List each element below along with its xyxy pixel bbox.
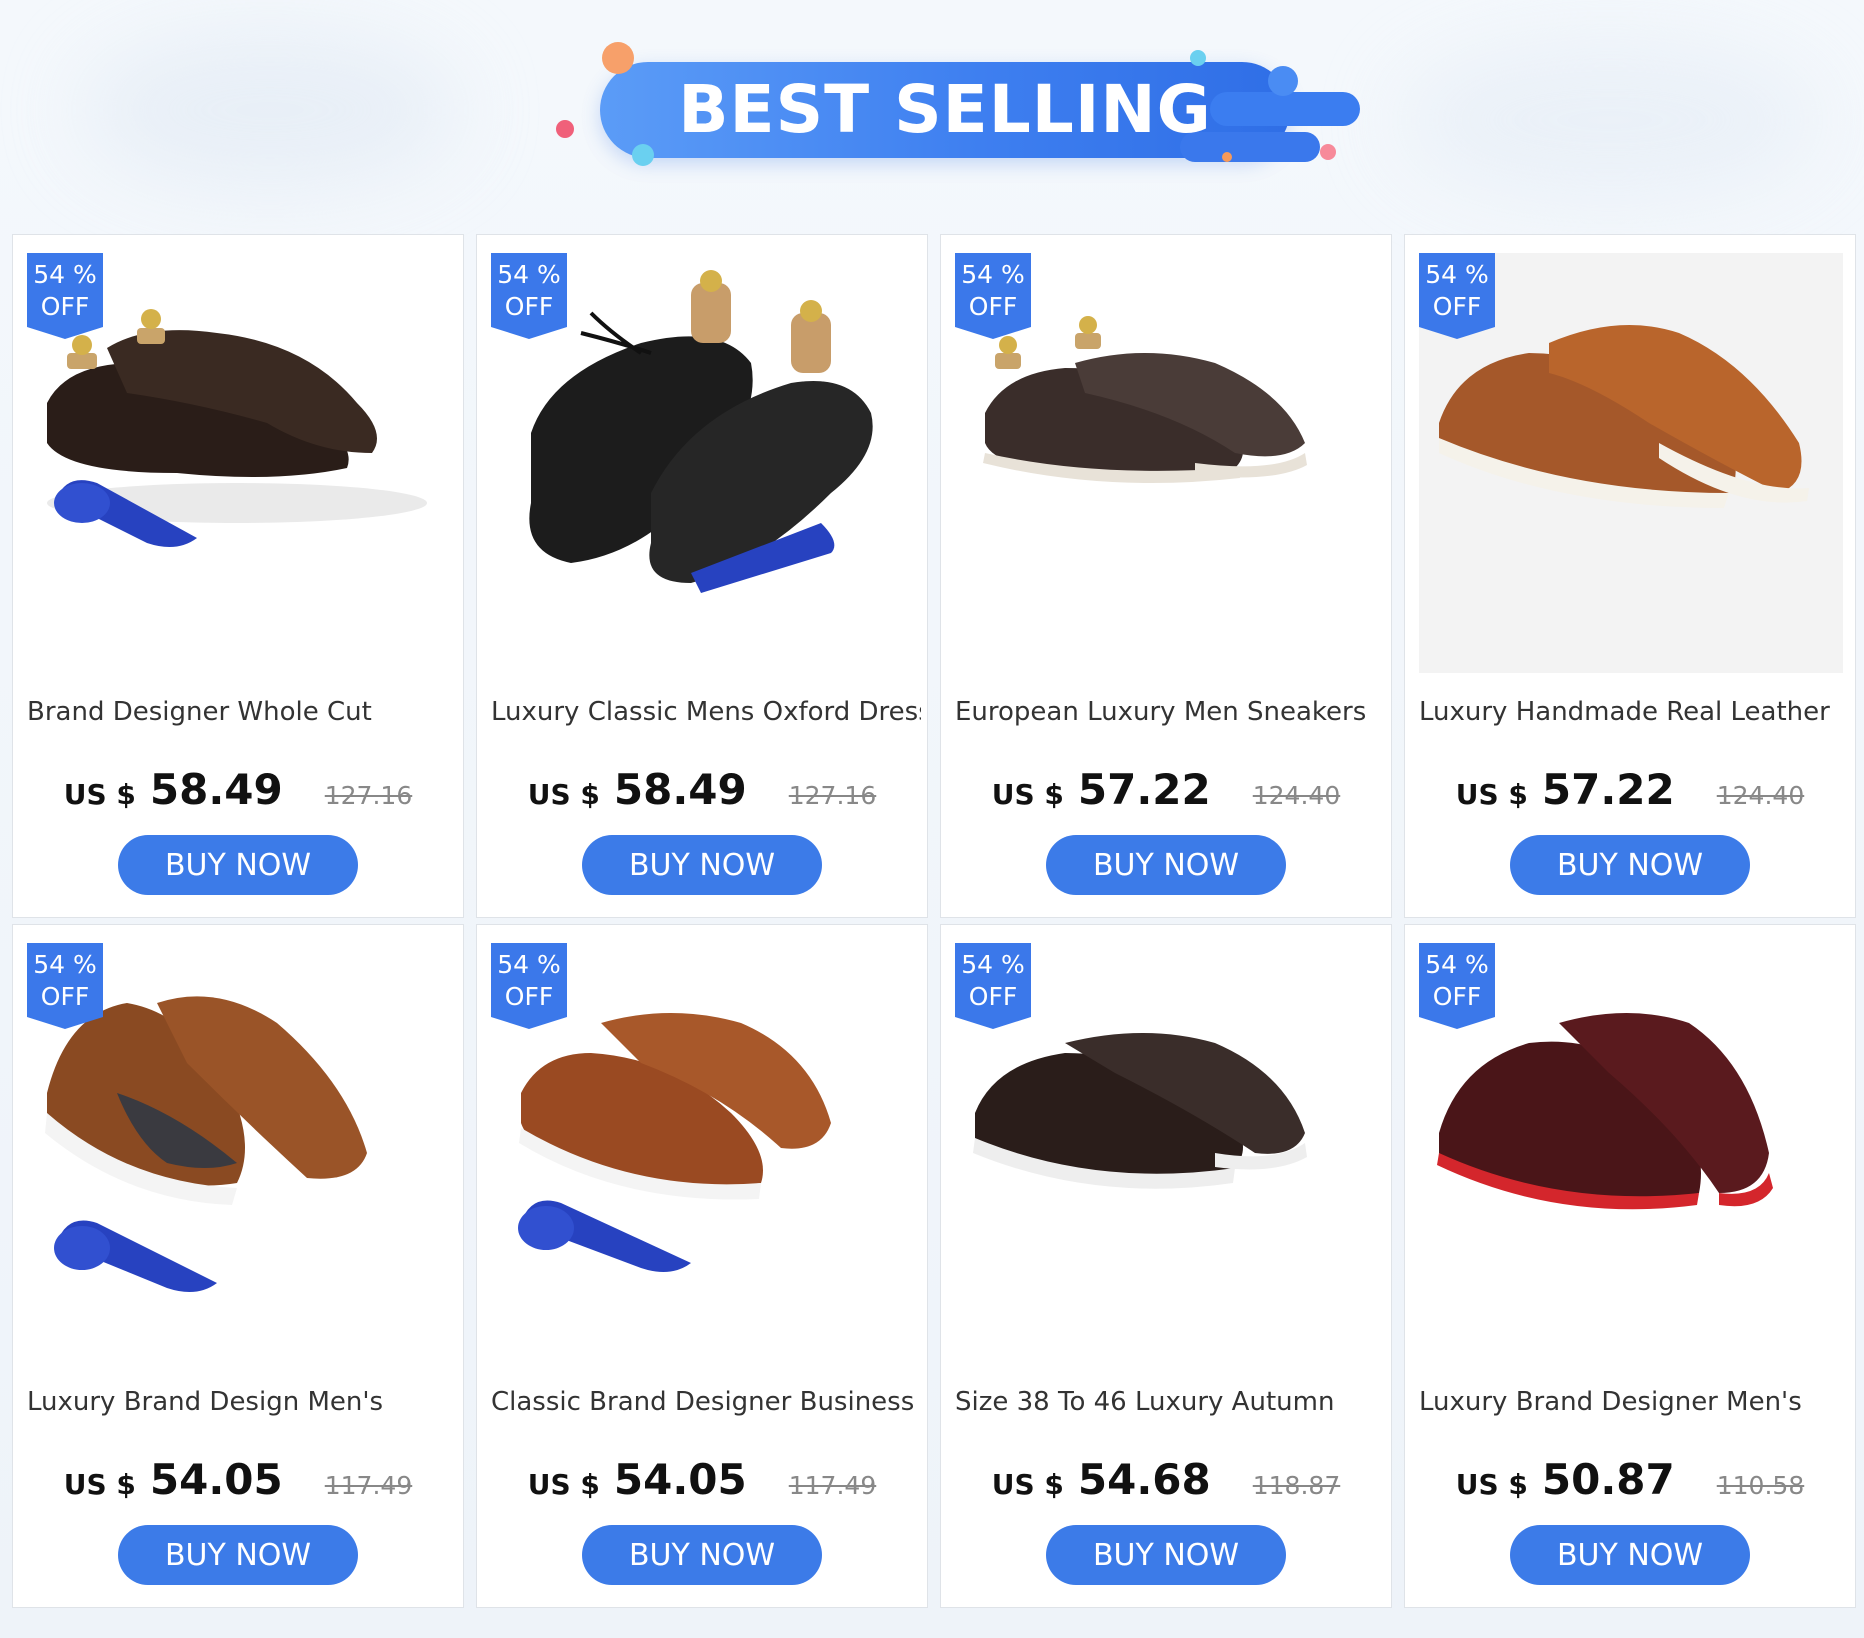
decor-dot — [556, 120, 574, 138]
currency: US $ — [991, 778, 1064, 811]
product-card[interactable]: 54 % OFF European Luxury Men Sneakers US … — [940, 234, 1392, 918]
background-decoration — [1400, 40, 1820, 200]
product-card[interactable]: 54 % OFF Luxury Handmade Real Leather US … — [1404, 234, 1856, 918]
product-card[interactable]: 54 % OFF Brand Designer Whole Cut US $ 58.… — [12, 234, 464, 918]
buy-now-button[interactable]: BUY NOW — [118, 835, 358, 895]
product-card[interactable]: 54 % OFF Luxury Brand Designer Men's US $… — [1404, 924, 1856, 1608]
sale-price: 50.87 — [1541, 1455, 1675, 1504]
original-price: 127.16 — [788, 781, 877, 810]
decor-dot — [1320, 144, 1336, 160]
product-card[interactable]: 54 % OFF Luxury Brand Design Men's US $ 54… — [12, 924, 464, 1608]
product-title[interactable]: Luxury Brand Design Men's — [27, 1387, 457, 1417]
product-title[interactable]: Classic Brand Designer Business — [491, 1387, 921, 1417]
buy-now-button[interactable]: BUY NOW — [118, 1525, 358, 1585]
price-row: US $ 54.05 117.49 — [13, 1455, 463, 1504]
buy-now-button[interactable]: BUY NOW — [1510, 1525, 1750, 1585]
price-row: US $ 54.68 118.87 — [941, 1455, 1391, 1504]
product-title[interactable]: Luxury Brand Designer Men's — [1419, 1387, 1849, 1417]
original-price: 127.16 — [324, 781, 413, 810]
discount-badge: 54 % OFF — [1419, 943, 1495, 1029]
sale-price: 58.49 — [149, 765, 283, 814]
original-price: 118.87 — [1252, 1471, 1341, 1500]
buy-now-button[interactable]: BUY NOW — [1046, 1525, 1286, 1585]
sale-price: 54.68 — [1077, 1455, 1211, 1504]
discount-badge: 54 % OFF — [491, 943, 567, 1029]
product-title[interactable]: Luxury Handmade Real Leather — [1419, 697, 1849, 727]
currency: US $ — [63, 778, 136, 811]
currency: US $ — [991, 1468, 1064, 1501]
product-title[interactable]: Size 38 To 46 Luxury Autumn — [955, 1387, 1385, 1417]
sale-price: 54.05 — [613, 1455, 747, 1504]
price-row: US $ 54.05 117.49 — [477, 1455, 927, 1504]
currency: US $ — [1455, 1468, 1528, 1501]
sale-price: 58.49 — [613, 765, 747, 814]
buy-now-button[interactable]: BUY NOW — [582, 1525, 822, 1585]
product-card[interactable]: 54 % OFF Luxury Classic Mens Oxford Dress… — [476, 234, 928, 918]
product-title[interactable]: European Luxury Men Sneakers — [955, 697, 1385, 727]
product-title[interactable]: Brand Designer Whole Cut — [27, 697, 457, 727]
original-price: 110.58 — [1716, 1471, 1805, 1500]
banner-title: BEST SELLING — [678, 71, 1212, 148]
best-selling-banner: BEST SELLING — [556, 40, 1360, 180]
price-row: US $ 57.22 124.40 — [1405, 765, 1855, 814]
product-grid: 54 % OFF Brand Designer Whole Cut US $ 58.… — [12, 234, 1856, 1608]
original-price: 124.40 — [1252, 781, 1341, 810]
discount-badge: 54 % OFF — [955, 253, 1031, 339]
discount-badge: 54 % OFF — [491, 253, 567, 339]
original-price: 117.49 — [324, 1471, 413, 1500]
original-price: 124.40 — [1716, 781, 1805, 810]
buy-now-button[interactable]: BUY NOW — [1046, 835, 1286, 895]
discount-badge: 54 % OFF — [1419, 253, 1495, 339]
discount-badge: 54 % OFF — [955, 943, 1031, 1029]
background-decoration — [80, 30, 460, 190]
currency: US $ — [527, 1468, 600, 1501]
sale-price: 57.22 — [1077, 765, 1211, 814]
currency: US $ — [1455, 778, 1528, 811]
sale-price: 57.22 — [1541, 765, 1675, 814]
price-row: US $ 50.87 110.58 — [1405, 1455, 1855, 1504]
price-row: US $ 58.49 127.16 — [477, 765, 927, 814]
discount-badge: 54 % OFF — [27, 943, 103, 1029]
price-row: US $ 57.22 124.40 — [941, 765, 1391, 814]
price-row: US $ 58.49 127.16 — [13, 765, 463, 814]
discount-badge: 54 % OFF — [27, 253, 103, 339]
buy-now-button[interactable]: BUY NOW — [1510, 835, 1750, 895]
buy-now-button[interactable]: BUY NOW — [582, 835, 822, 895]
product-card[interactable]: 54 % OFF Classic Brand Designer Business … — [476, 924, 928, 1608]
sale-price: 54.05 — [149, 1455, 283, 1504]
original-price: 117.49 — [788, 1471, 877, 1500]
currency: US $ — [527, 778, 600, 811]
product-title[interactable]: Luxury Classic Mens Oxford Dress — [491, 697, 921, 727]
currency: US $ — [63, 1468, 136, 1501]
product-card[interactable]: 54 % OFF Size 38 To 46 Luxury Autumn US $… — [940, 924, 1392, 1608]
